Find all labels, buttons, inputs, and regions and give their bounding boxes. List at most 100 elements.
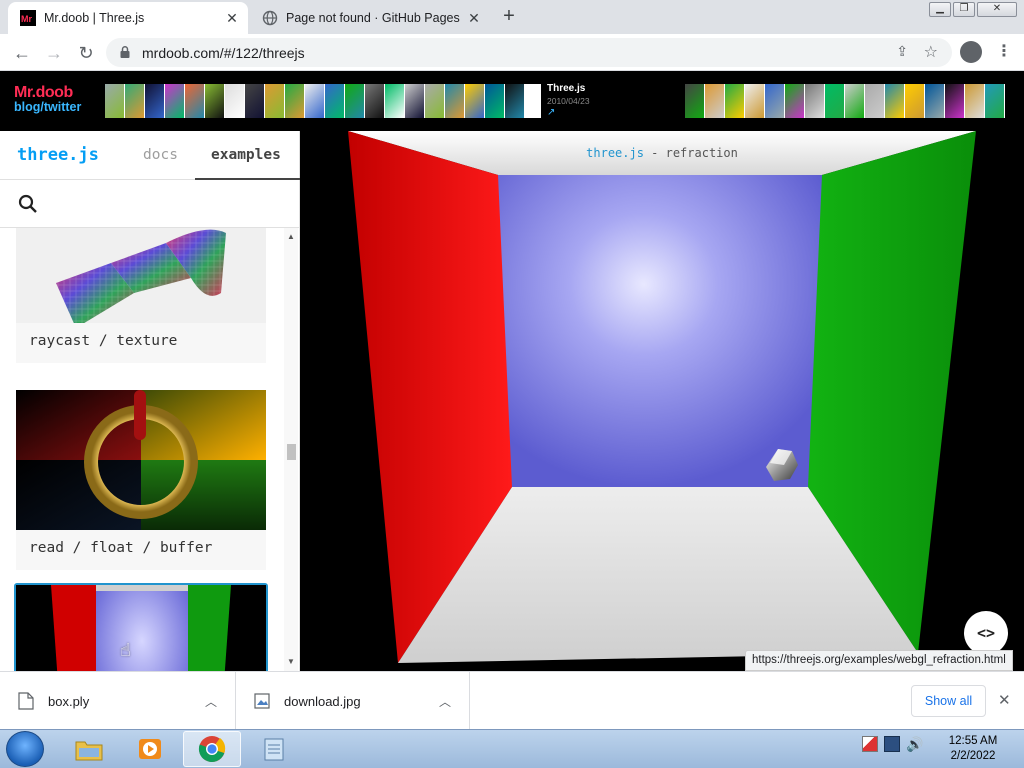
logo-subtitle[interactable]: blog/twitter xyxy=(14,100,81,114)
example-card-read-float-buffer[interactable]: read / float / buffer xyxy=(16,390,266,570)
external-link-icon[interactable]: ↗ xyxy=(547,107,590,118)
project-thumbnail[interactable] xyxy=(225,84,244,118)
read-float-buffer-thumbnail xyxy=(16,390,266,530)
start-button-icon[interactable] xyxy=(6,731,44,767)
project-thumbnail[interactable] xyxy=(985,84,1004,118)
network-icon[interactable] xyxy=(884,736,900,752)
project-thumbnail[interactable] xyxy=(765,84,784,118)
project-thumbnail[interactable] xyxy=(425,84,444,118)
clock-date: 2/2/2022 xyxy=(950,750,996,762)
project-thumbnail[interactable] xyxy=(485,84,504,118)
project-thumbnail[interactable] xyxy=(945,84,964,118)
close-downloads-icon[interactable]: ✕ xyxy=(998,691,1011,709)
system-clock[interactable]: 12:55 AM 2/2/2022 xyxy=(940,734,1006,764)
scrollbar-thumb[interactable] xyxy=(287,444,296,460)
project-thumbnail[interactable] xyxy=(445,84,464,118)
project-thumbnail[interactable] xyxy=(785,84,804,118)
volume-icon[interactable]: 🔊 xyxy=(906,736,923,752)
tab-mrdoob[interactable]: Mr Mr.doob | Three.js ✕ xyxy=(8,2,248,34)
example-thumbnail xyxy=(16,228,266,323)
media-player-taskbar-icon[interactable] xyxy=(121,731,179,767)
project-thumbnail[interactable] xyxy=(305,84,324,118)
tab-github-pages[interactable]: Page not found · GitHub Pages ✕ xyxy=(250,2,490,34)
forward-icon[interactable]: → xyxy=(42,41,66,65)
example-viewport[interactable]: three.js - refraction <> xyxy=(300,131,1024,671)
refraction-scene xyxy=(300,131,1024,671)
project-thumbnail[interactable] xyxy=(145,84,164,118)
project-thumbnail[interactable] xyxy=(845,84,864,118)
project-thumbnail[interactable] xyxy=(325,84,344,118)
chevron-up-icon[interactable]: ︿ xyxy=(439,693,451,710)
site-logo[interactable]: Mr.doob blog/twitter xyxy=(14,84,81,114)
new-tab-icon[interactable]: + xyxy=(498,6,520,28)
file-icon xyxy=(18,692,34,710)
project-thumbnail[interactable] xyxy=(345,84,364,118)
project-thumbnail[interactable] xyxy=(745,84,764,118)
project-thumbnail[interactable] xyxy=(505,84,524,118)
search-row xyxy=(0,181,300,228)
project-thumbnail[interactable] xyxy=(825,84,844,118)
window-close-icon[interactable]: ✕ xyxy=(977,2,1017,17)
project-thumbnail[interactable] xyxy=(365,84,384,118)
project-thumbnail[interactable] xyxy=(385,84,404,118)
project-thumbnail[interactable] xyxy=(905,84,924,118)
threejs-title-link[interactable]: three.js xyxy=(586,146,644,160)
project-thumbnail[interactable] xyxy=(185,84,204,118)
download-item-box-ply[interactable]: box.ply ︿ xyxy=(0,672,236,730)
viewport-title: three.js - refraction xyxy=(300,146,1024,160)
menu-kebab-icon[interactable]: ⋮ xyxy=(996,41,1012,61)
project-thumbnail[interactable] xyxy=(245,84,264,118)
project-thumbnail[interactable] xyxy=(925,84,944,118)
project-thumbnail[interactable] xyxy=(805,84,824,118)
project-thumbnail[interactable] xyxy=(125,84,144,118)
scroll-down-icon[interactable]: ▼ xyxy=(284,655,298,669)
project-thumbnail[interactable] xyxy=(285,84,304,118)
back-icon[interactable]: ← xyxy=(10,41,34,65)
chevron-up-icon[interactable]: ︿ xyxy=(205,693,217,710)
project-thumbnail[interactable] xyxy=(405,84,424,118)
address-bar[interactable]: mrdoob.com/#/122/threejs ⇪ ☆ xyxy=(106,38,952,67)
downloads-bar: box.ply ︿ download.jpg ︿ Show all ✕ xyxy=(0,671,1024,730)
search-input[interactable] xyxy=(48,191,278,217)
notepad-taskbar-icon[interactable] xyxy=(245,731,303,767)
view-source-button[interactable]: <> xyxy=(964,611,1008,655)
project-thumbnail[interactable] xyxy=(685,84,704,118)
tab-examples[interactable]: examples xyxy=(211,147,281,163)
scroll-up-icon[interactable]: ▲ xyxy=(284,230,298,244)
project-thumbnail-strip-left xyxy=(105,84,541,118)
threejs-brand-link[interactable]: three.js xyxy=(17,145,99,165)
project-thumbnail[interactable] xyxy=(865,84,884,118)
example-card-refraction[interactable]: ☝ xyxy=(14,583,268,671)
action-center-flag-icon[interactable] xyxy=(862,736,878,752)
explorer-taskbar-icon[interactable] xyxy=(60,731,118,767)
tab-docs[interactable]: docs xyxy=(143,147,178,163)
examples-panel: three.js docs examples raycast / texture… xyxy=(0,131,300,671)
globe-icon xyxy=(262,10,278,26)
panel-header: three.js docs examples xyxy=(0,131,300,180)
tab-close-icon[interactable]: ✕ xyxy=(222,8,242,28)
panel-scrollbar[interactable]: ▲ ▼ xyxy=(284,228,298,671)
project-thumbnail[interactable] xyxy=(725,84,744,118)
url-text[interactable]: mrdoob.com/#/122/threejs xyxy=(142,45,305,61)
project-thumbnail[interactable] xyxy=(105,84,124,118)
project-thumbnail[interactable] xyxy=(885,84,904,118)
tab-close-icon[interactable]: ✕ xyxy=(464,8,484,28)
mrdoob-favicon: Mr xyxy=(20,10,36,26)
chrome-taskbar-icon[interactable] xyxy=(183,731,241,767)
project-thumbnail[interactable] xyxy=(165,84,184,118)
restore-icon[interactable]: ❐ xyxy=(953,2,975,17)
profile-avatar-icon[interactable] xyxy=(960,41,982,63)
project-thumbnail[interactable] xyxy=(465,84,484,118)
share-icon[interactable]: ⇪ xyxy=(896,43,908,60)
download-item-download-jpg[interactable]: download.jpg ︿ xyxy=(236,672,470,730)
project-date: 2010/04/23 xyxy=(547,96,590,106)
project-thumbnail[interactable] xyxy=(205,84,224,118)
minimize-icon[interactable]: ▁ xyxy=(929,2,951,17)
example-card-raycast-texture[interactable]: raycast / texture xyxy=(16,228,266,363)
project-thumbnail[interactable] xyxy=(965,84,984,118)
show-all-downloads-button[interactable]: Show all xyxy=(911,685,986,717)
project-thumbnail[interactable] xyxy=(705,84,724,118)
project-thumbnail[interactable] xyxy=(265,84,284,118)
bookmark-star-icon[interactable]: ☆ xyxy=(924,42,938,62)
reload-icon[interactable]: ↻ xyxy=(74,41,98,65)
